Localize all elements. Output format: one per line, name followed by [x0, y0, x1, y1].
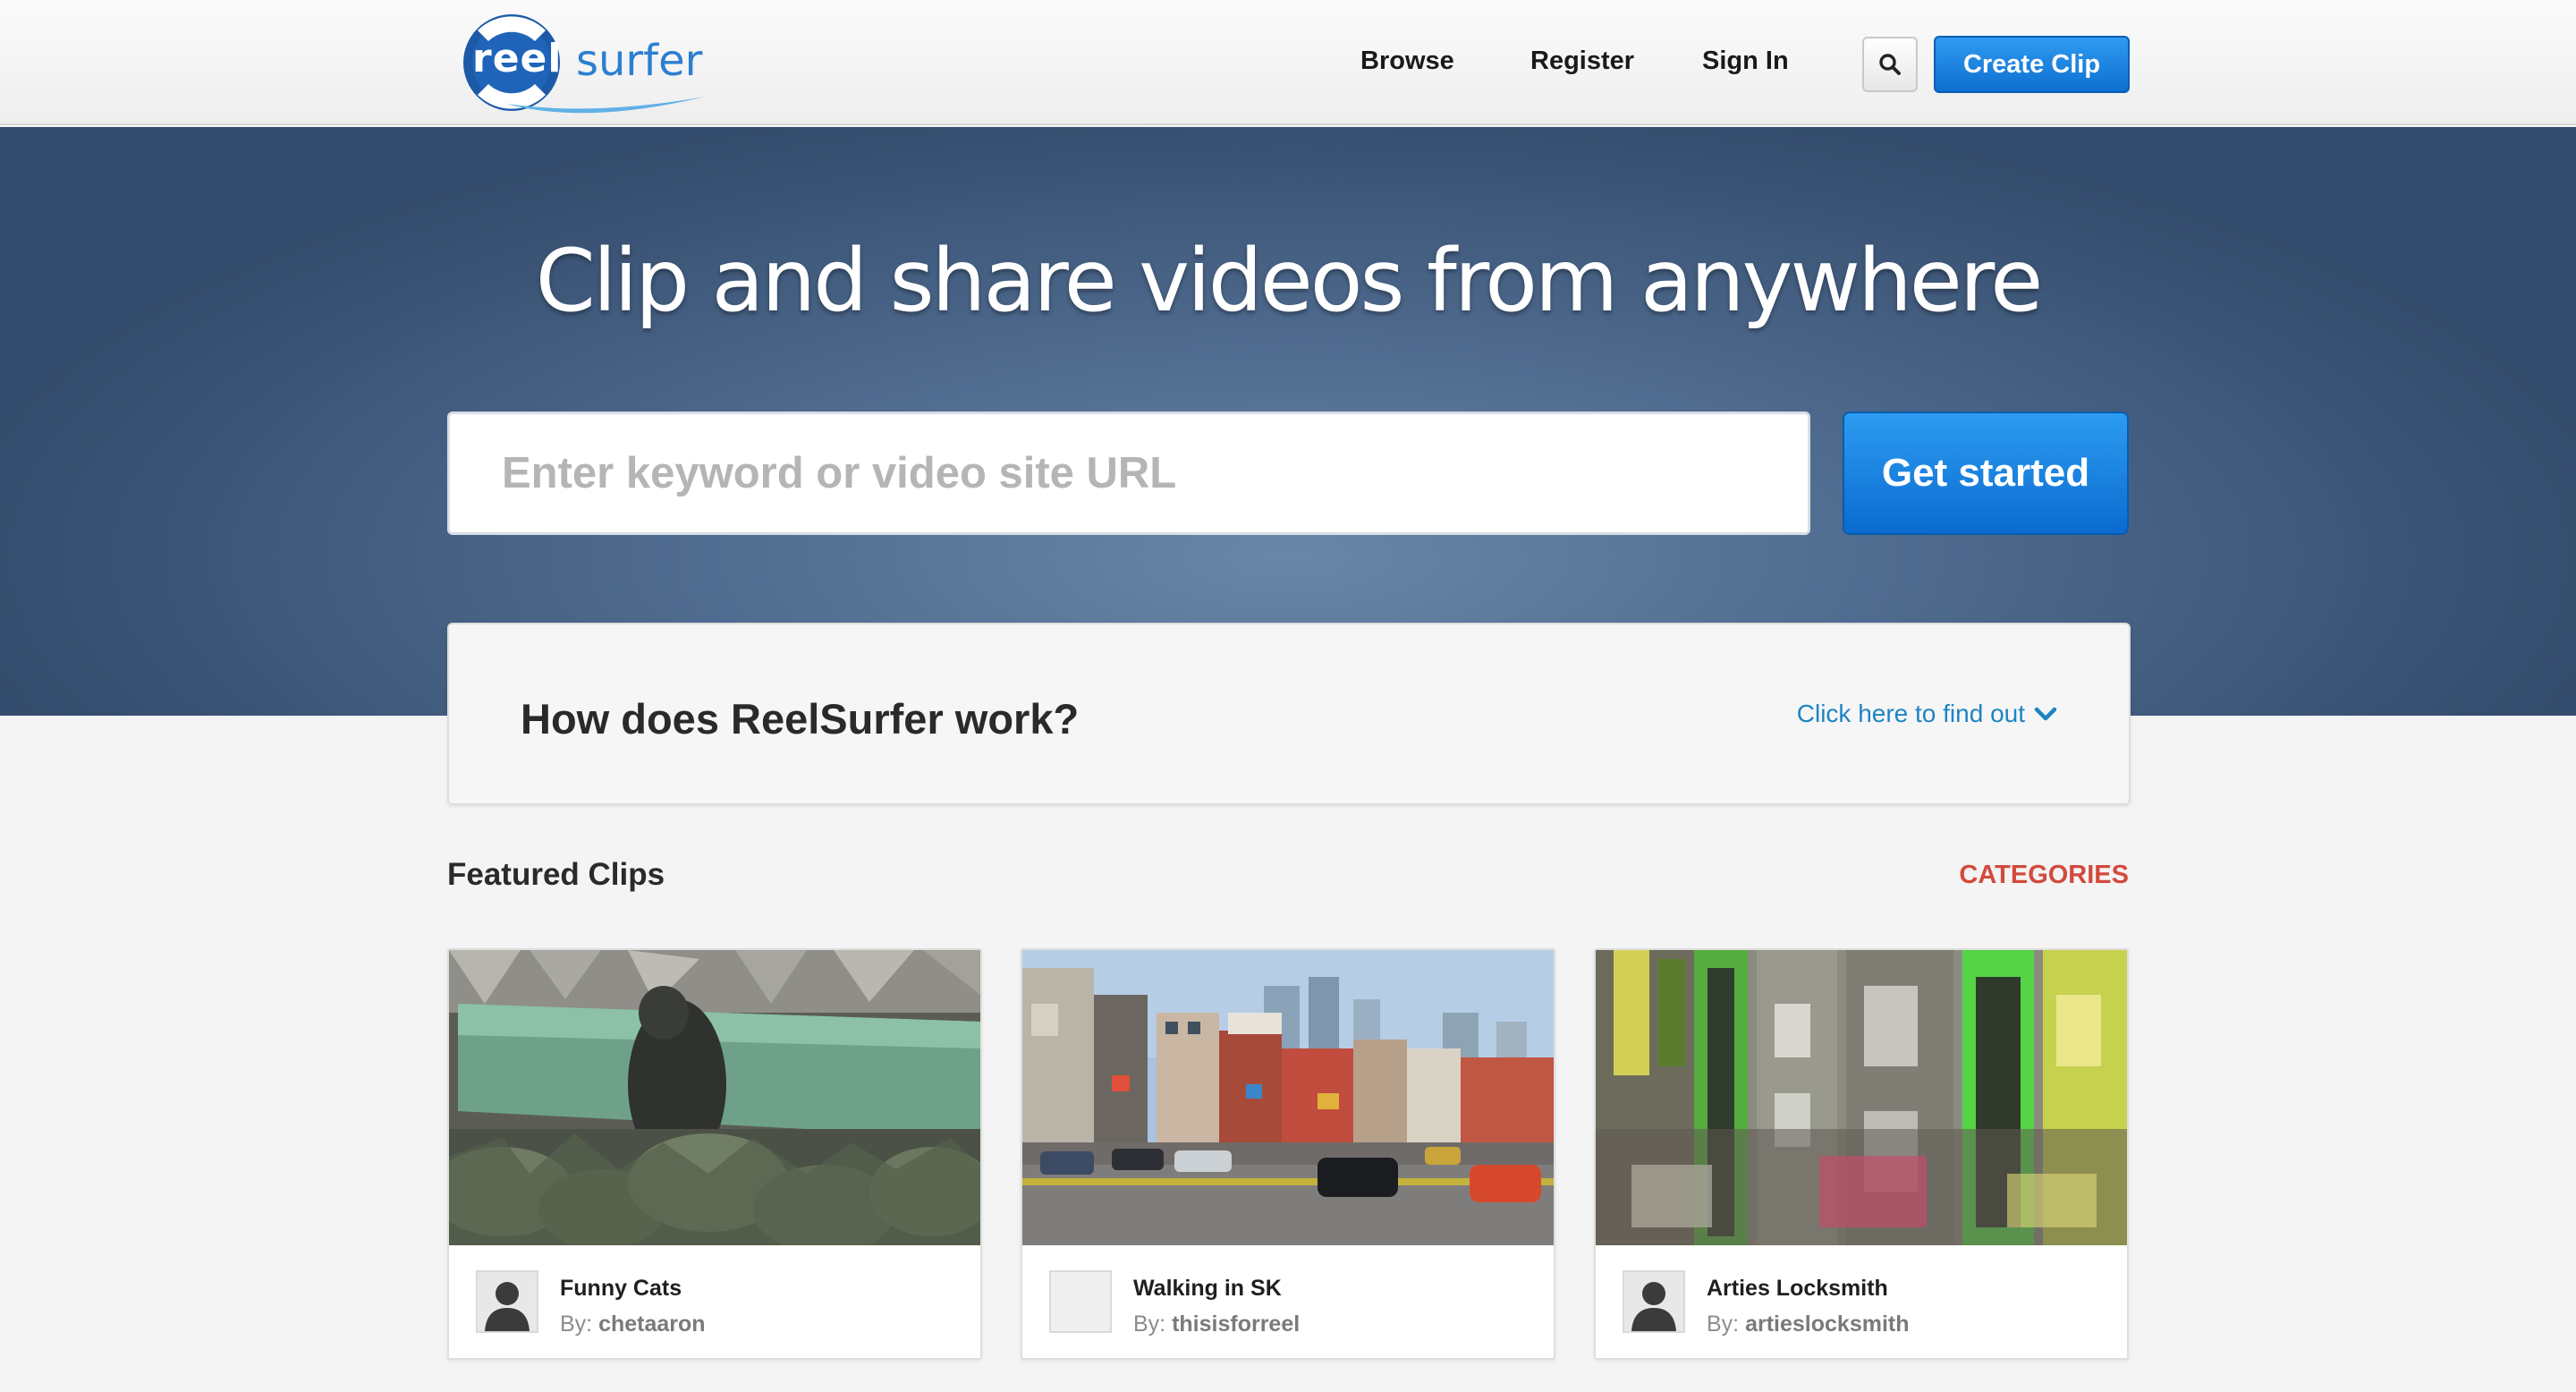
- blank-avatar-icon: [1051, 1272, 1110, 1331]
- find-out-link[interactable]: Click here to find out: [1797, 700, 2057, 728]
- top-header: reel surfer Browse Register Sign In Crea…: [0, 0, 2576, 125]
- clip-title[interactable]: Arties Locksmith: [1707, 1276, 1888, 1302]
- clip-byline: By: chetaaron: [560, 1311, 706, 1337]
- how-it-works-panel: How does ReelSurfer work? Click here to …: [447, 623, 2131, 805]
- clip-card[interactable]: Funny Cats By: chetaaron: [447, 948, 982, 1360]
- nav-register[interactable]: Register: [1530, 47, 1634, 76]
- search-button[interactable]: [1862, 37, 1918, 92]
- author-avatar[interactable]: [476, 1270, 538, 1333]
- author-link[interactable]: chetaaron: [598, 1311, 705, 1337]
- clip-title[interactable]: Funny Cats: [560, 1276, 682, 1302]
- author-avatar[interactable]: [1623, 1270, 1685, 1333]
- keyword-url-input[interactable]: [447, 412, 1810, 535]
- user-silhouette-icon: [478, 1272, 537, 1331]
- clip-thumbnail[interactable]: [449, 950, 980, 1245]
- nav-sign-in[interactable]: Sign In: [1702, 47, 1789, 76]
- logo-reel-text: reel: [472, 36, 563, 81]
- by-label: By:: [560, 1311, 593, 1337]
- logo-surfer-text: surfer: [576, 36, 703, 86]
- hero-title: Clip and share videos from anywhere: [535, 231, 2044, 331]
- clip-title[interactable]: Walking in SK: [1133, 1276, 1282, 1302]
- featured-clips-heading: Featured Clips: [447, 857, 665, 892]
- search-icon: [1879, 54, 1901, 75]
- by-label: By:: [1707, 1311, 1740, 1337]
- how-it-works-title: How does ReelSurfer work?: [521, 695, 1080, 743]
- author-avatar[interactable]: [1049, 1270, 1112, 1333]
- by-label: By:: [1133, 1311, 1166, 1337]
- clip-thumbnail[interactable]: [1022, 950, 1554, 1245]
- find-out-label: Click here to find out: [1796, 700, 2025, 727]
- reelsurfer-logo[interactable]: reel surfer: [453, 11, 712, 116]
- author-link[interactable]: artieslocksmith: [1745, 1311, 1909, 1337]
- categories-link[interactable]: CATEGORIES: [1959, 861, 2129, 890]
- clip-card[interactable]: Arties Locksmith By: artieslocksmith: [1594, 948, 2129, 1360]
- get-started-button[interactable]: Get started: [1843, 412, 2129, 535]
- create-clip-button[interactable]: Create Clip: [1934, 36, 2130, 93]
- clip-card[interactable]: Walking in SK By: thisisforreel: [1021, 948, 1555, 1360]
- clip-thumbnail[interactable]: [1596, 950, 2127, 1245]
- author-link[interactable]: thisisforreel: [1172, 1311, 1300, 1337]
- clip-byline: By: thisisforreel: [1133, 1311, 1300, 1337]
- user-silhouette-icon: [1624, 1272, 1683, 1331]
- clip-byline: By: artieslocksmith: [1707, 1311, 1910, 1337]
- nav-browse[interactable]: Browse: [1360, 47, 1454, 76]
- chevron-down-icon: [2034, 707, 2057, 721]
